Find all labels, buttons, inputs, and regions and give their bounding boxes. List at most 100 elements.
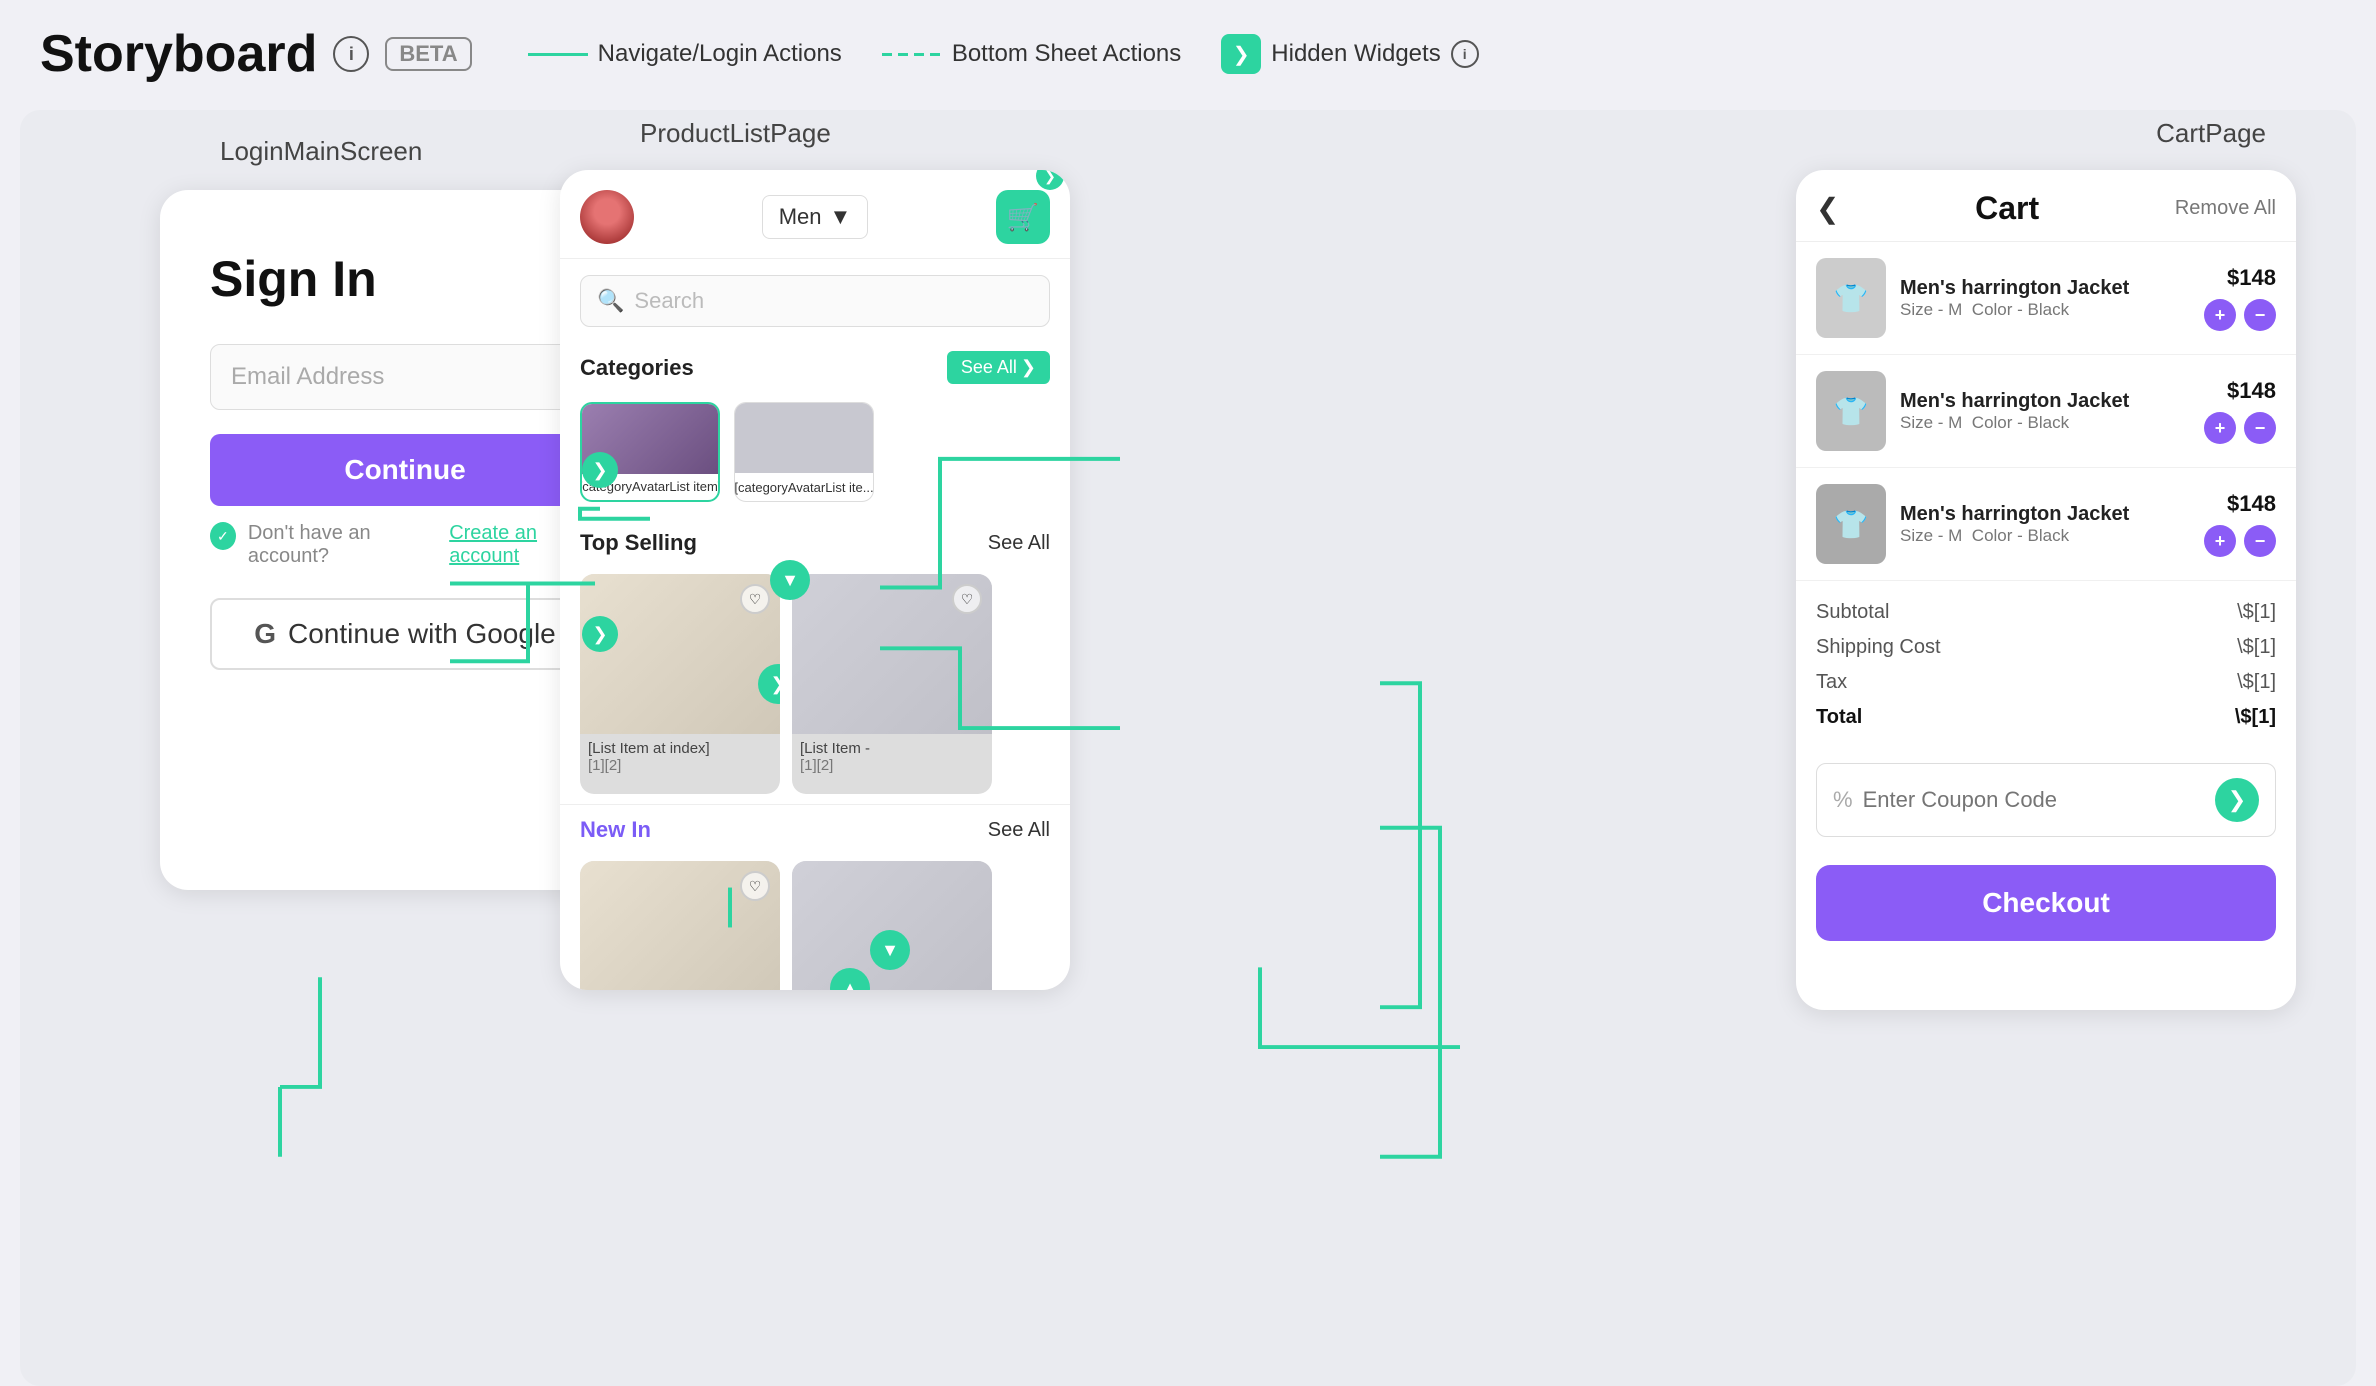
remove-all-button[interactable]: Remove All [2175, 197, 2276, 220]
qty-plus-1[interactable]: + [2204, 299, 2236, 331]
legend-navigate: Navigate/Login Actions [528, 40, 842, 68]
hidden-widgets-info-icon[interactable]: i [1451, 40, 1479, 68]
product-screen-label: ProductListPage [640, 118, 831, 169]
continue-button[interactable]: Continue [210, 434, 600, 506]
percent-icon: % [1833, 787, 1853, 813]
product-screen-card: Men ▼ 🛒 ❯ 🔍 Search Categories See All ❯ [560, 170, 1070, 990]
product-label-1: [List Item at index] [1][2] [580, 734, 780, 780]
chevron-down-icon: ▼ [830, 204, 852, 230]
email-input[interactable]: Email Address [210, 344, 600, 410]
qty-minus-3[interactable]: − [2244, 525, 2276, 557]
item-attrs-2: Size - M Color - Black [1900, 413, 2190, 433]
products-grid: ♡ [List Item at index] [1][2] ❯ ♡ [List … [560, 564, 1070, 804]
qty-controls-1: + − [2204, 299, 2276, 331]
cart-screen-label: CartPage [2156, 118, 2266, 169]
cart-item-1: 👕 Men's harrington Jacket Size - M Color… [1796, 242, 2296, 355]
new-in-title: New In [580, 817, 651, 843]
cart-screen-card: ❮ Cart Remove All 👕 Men's harrington Jac… [1796, 170, 2296, 1010]
item-info-1: Men's harrington Jacket Size - M Color -… [1900, 277, 2190, 320]
item-info-3: Men's harrington Jacket Size - M Color -… [1900, 503, 2190, 546]
product-card-2[interactable]: ♡ [List Item - [1][2] [792, 574, 992, 794]
new-product-card-2[interactable] [792, 861, 992, 990]
categories-row: [categoryAvatarList item] [categoryAvata… [560, 392, 1070, 512]
total-row: Total \$[1] [1816, 700, 2276, 735]
item-thumb-1: 👕 [1816, 258, 1886, 338]
item-attrs-1: Size - M Color - Black [1900, 300, 2190, 320]
cart-icon-button[interactable]: 🛒 ❯ [996, 190, 1050, 244]
app-title: Storyboard [40, 24, 317, 84]
google-arrow-icon: ❯ [582, 616, 618, 652]
coupon-go-button[interactable]: ❯ [2215, 778, 2259, 822]
coupon-row: % ❯ [1816, 763, 2276, 837]
categories-section-header: Categories See All ❯ [560, 343, 1070, 392]
category-label-2: [categoryAvatarList ite... [734, 480, 873, 495]
item-name-3: Men's harrington Jacket [1900, 503, 2190, 526]
new-in-header: New In See All [560, 809, 1070, 851]
beta-badge: BETA [385, 37, 471, 71]
product-header: Men ▼ 🛒 ❯ [560, 170, 1070, 259]
subtotal-row: Subtotal \$[1] [1816, 595, 2276, 630]
qty-plus-2[interactable]: + [2204, 412, 2236, 444]
item-thumb-3: 👕 [1816, 484, 1886, 564]
qty-minus-2[interactable]: − [2244, 412, 2276, 444]
top-selling-see-all[interactable]: See All [988, 532, 1050, 555]
google-icon: G [254, 618, 276, 650]
item-price-1: $148 [2227, 265, 2276, 291]
gender-dropdown[interactable]: Men ▼ [762, 195, 869, 239]
storyboard-canvas: LoginMainScreen ProductListPage CartPage… [20, 110, 2356, 1386]
search-icon: 🔍 [597, 288, 624, 314]
categories-down-arrow: ▼ [770, 560, 810, 600]
product-label-2: [List Item - [1][2] [792, 734, 992, 780]
product-card-1[interactable]: ♡ [List Item at index] [1][2] ❯ [580, 574, 780, 794]
qty-controls-3: + − [2204, 525, 2276, 557]
checkout-button[interactable]: Checkout [1816, 865, 2276, 941]
cart-back-button[interactable]: ❮ [1816, 192, 1839, 225]
cart-item-2: 👕 Men's harrington Jacket Size - M Color… [1796, 355, 2296, 468]
product-bottom-down-arrow: ▼ [870, 930, 910, 970]
cart-header: ❮ Cart Remove All [1796, 170, 2296, 242]
no-account-row: ✓ Don't have an account? Create an accou… [210, 522, 600, 568]
info-icon[interactable]: i [333, 36, 369, 72]
login-screen-label: LoginMainScreen [220, 136, 422, 187]
sign-in-title: Sign In [210, 250, 600, 308]
continue-arrow-icon: ❯ [582, 452, 618, 488]
chevron-right-icon: ❯ [1221, 34, 1261, 74]
categories-title: Categories [580, 355, 694, 381]
qty-plus-3[interactable]: + [2204, 525, 2236, 557]
top-selling-title: Top Selling [580, 530, 697, 556]
item-name-2: Men's harrington Jacket [1900, 390, 2190, 413]
search-bar[interactable]: 🔍 Search [580, 275, 1050, 327]
item-attrs-3: Size - M Color - Black [1900, 526, 2190, 546]
qty-minus-1[interactable]: − [2244, 299, 2276, 331]
item-name-1: Men's harrington Jacket [1900, 277, 2190, 300]
new-in-grid: ♡ [560, 851, 1070, 990]
new-in-see-all[interactable]: See All [988, 819, 1050, 842]
see-all-arrow-icon: ❯ [1021, 357, 1036, 378]
heart-icon-1[interactable]: ♡ [740, 584, 770, 614]
item-price-2: $148 [2227, 378, 2276, 404]
heart-icon-3[interactable]: ♡ [740, 871, 770, 901]
cart-nav-arrow: ❯ [1036, 170, 1064, 190]
cart-title: Cart [1855, 190, 2158, 227]
google-signin-button[interactable]: G Continue with Google [210, 598, 600, 670]
item-thumb-2: 👕 [1816, 371, 1886, 451]
header: Storyboard i BETA Navigate/Login Actions… [0, 0, 2376, 108]
item-info-2: Men's harrington Jacket Size - M Color -… [1900, 390, 2190, 433]
category-item-2[interactable]: [categoryAvatarList ite... [734, 402, 874, 502]
new-in-section: New In See All ♡ [560, 804, 1070, 990]
user-avatar[interactable] [580, 190, 634, 244]
coupon-input[interactable] [1863, 787, 2205, 813]
categories-see-all-button[interactable]: See All ❯ [947, 351, 1050, 384]
shipping-row: Shipping Cost \$[1] [1816, 630, 2276, 665]
dashed-line-icon [882, 53, 942, 56]
new-product-card-1[interactable]: ♡ [580, 861, 780, 990]
cart-item-3: 👕 Men's harrington Jacket Size - M Color… [1796, 468, 2296, 581]
heart-icon-2[interactable]: ♡ [952, 584, 982, 614]
top-selling-header: Top Selling See All [560, 522, 1070, 564]
check-icon: ✓ [210, 522, 236, 550]
legend: Navigate/Login Actions Bottom Sheet Acti… [528, 34, 1479, 74]
qty-controls-2: + − [2204, 412, 2276, 444]
tax-row: Tax \$[1] [1816, 665, 2276, 700]
legend-hidden-widgets: ❯ Hidden Widgets i [1221, 34, 1478, 74]
legend-bottom-sheet: Bottom Sheet Actions [882, 40, 1181, 68]
